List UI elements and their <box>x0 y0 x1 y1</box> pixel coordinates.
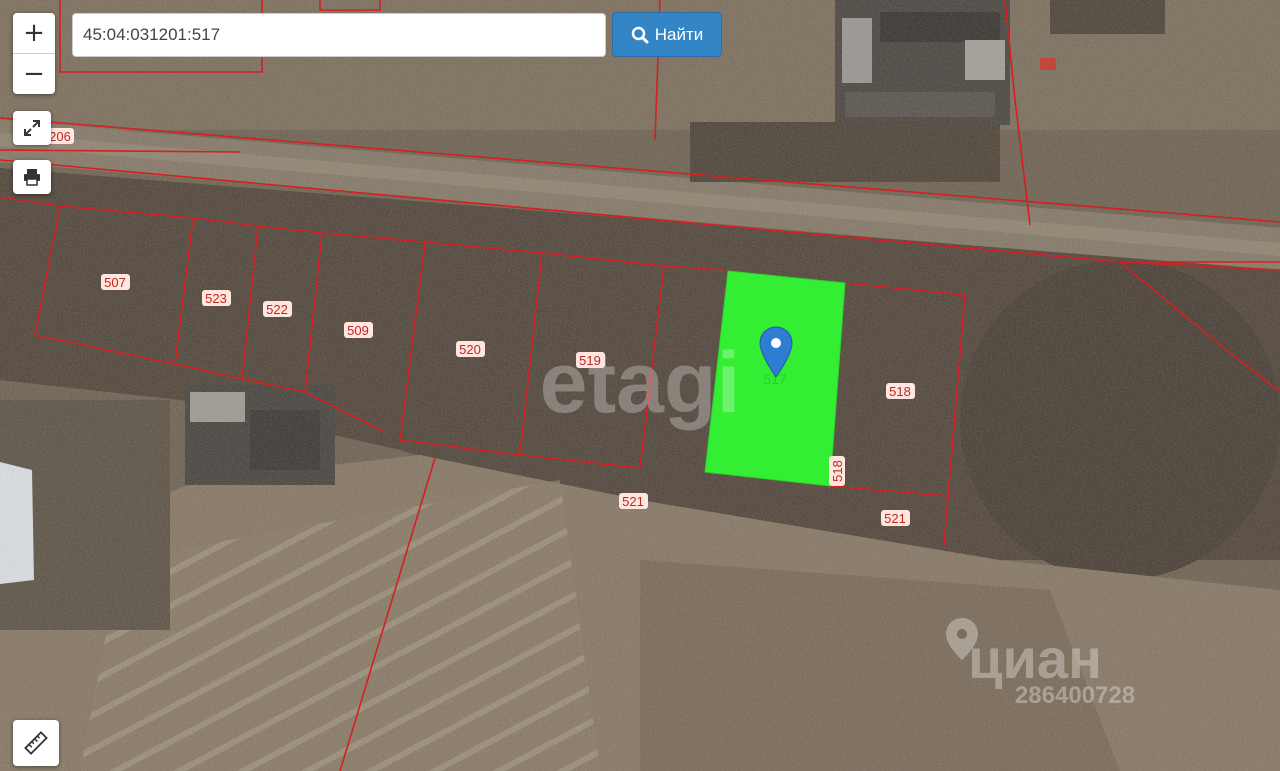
ruler-icon <box>24 731 48 755</box>
parcel-label-507: 507 <box>104 275 126 290</box>
etagi-watermark: etagi <box>540 335 741 431</box>
zoom-out-button[interactable]: − <box>13 53 55 94</box>
parcel-label-522: 522 <box>266 302 288 317</box>
parcel-label-519: 519 <box>579 353 601 368</box>
fullscreen-button[interactable] <box>13 111 51 145</box>
zoom-control: + − <box>13 13 55 94</box>
parcel-label-520: 520 <box>459 342 481 357</box>
minus-icon: − <box>23 59 45 89</box>
parcel-label-521-east: 521 <box>884 511 906 526</box>
expand-icon <box>24 120 40 136</box>
measure-button[interactable] <box>13 720 59 766</box>
search-button-label: Найти <box>654 24 704 44</box>
zoom-in-button[interactable]: + <box>13 13 55 53</box>
plus-icon: + <box>23 18 45 48</box>
parcel-label-521: 521 <box>622 494 644 509</box>
magnifier-icon <box>631 26 649 43</box>
cian-wordmark: циан <box>968 627 1102 690</box>
search-button[interactable]: Найти <box>612 12 722 57</box>
parcel-label-518-vertical: 518 <box>830 460 845 482</box>
satellite-map[interactable]: 517 etagi циан 286400728 206 507 523 522… <box>0 0 1280 771</box>
parcel-label-518: 518 <box>889 384 911 399</box>
parcel-label-523: 523 <box>205 291 227 306</box>
cian-listing-id: 286400728 <box>1015 682 1135 709</box>
cadastral-search-input[interactable] <box>72 13 606 57</box>
printer-icon <box>24 169 40 186</box>
parcel-label-509: 509 <box>347 323 369 338</box>
parcel-label-206: 206 <box>49 129 71 144</box>
print-button[interactable] <box>13 160 51 194</box>
